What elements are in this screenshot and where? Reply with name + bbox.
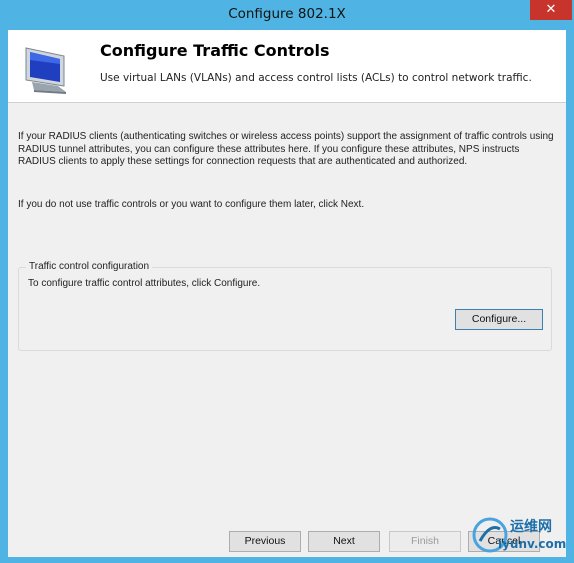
page-title: Configure Traffic Controls (100, 41, 330, 60)
watermark-text: 运维网 (510, 519, 552, 535)
watermark-subtext: iyunv.com (498, 537, 567, 551)
watermark: 运维网 iyunv.com (470, 515, 570, 559)
page-description: Use virtual LANs (VLANs) and access cont… (100, 72, 532, 84)
close-icon: ✕ (545, 2, 557, 17)
title-bar[interactable]: Configure 802.1X ✕ (0, 0, 574, 30)
group-legend: Traffic control configuration (26, 261, 153, 272)
monitor-icon (25, 47, 66, 94)
dialog-client-area: Configure Traffic Controls Use virtual L… (8, 30, 566, 557)
wizard-header: Configure Traffic Controls Use virtual L… (8, 30, 566, 103)
traffic-control-group: Traffic control configuration To configu… (18, 261, 552, 351)
group-description: To configure traffic control attributes,… (28, 278, 261, 289)
info-paragraph: If your RADIUS clients (authenticating s… (18, 131, 554, 167)
next-button[interactable]: Next (308, 531, 380, 552)
next-hint-paragraph: If you do not use traffic controls or yo… (18, 199, 365, 210)
previous-button[interactable]: Previous (229, 531, 301, 552)
finish-button[interactable]: Finish (389, 531, 461, 552)
dialog-window: Configure 802.1X ✕ Configure Traffic Con… (0, 0, 574, 563)
configure-button[interactable]: Configure... (455, 309, 543, 330)
close-button[interactable]: ✕ (530, 0, 572, 20)
window-title: Configure 802.1X (228, 6, 346, 22)
